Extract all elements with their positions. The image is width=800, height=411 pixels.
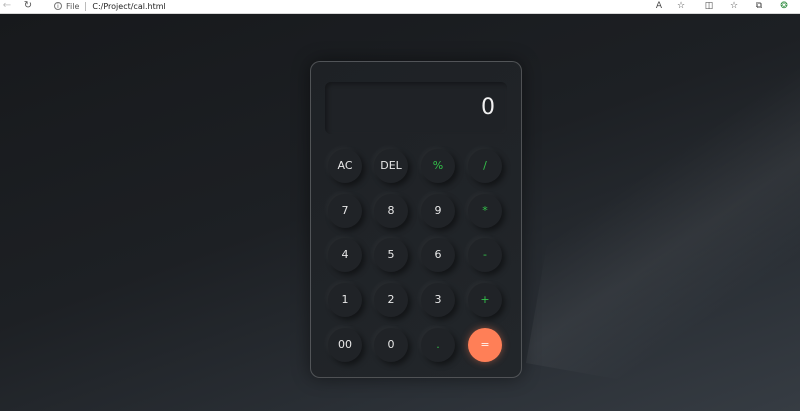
address-bar[interactable]: i File C:/Project/cal.html	[46, 0, 626, 12]
digit-1-button[interactable]: 1	[328, 283, 362, 317]
digit-3-button[interactable]: 3	[421, 283, 455, 317]
digit-6-button[interactable]: 6	[421, 238, 455, 272]
background-glare	[525, 14, 800, 411]
digit-8-button[interactable]: 8	[374, 194, 408, 228]
calculator-display: 0	[325, 82, 507, 134]
address-separator	[85, 1, 87, 11]
read-aloud-icon[interactable]: A	[652, 0, 666, 12]
delete-button[interactable]: DEL	[374, 149, 408, 183]
favorite-star-icon[interactable]: ☆	[674, 0, 688, 12]
all-clear-button[interactable]: AC	[328, 149, 362, 183]
collections-icon[interactable]: ⧉	[752, 0, 766, 12]
reload-icon[interactable]: ↻	[22, 0, 34, 12]
browser-toolbar: ← ↻ i File C:/Project/cal.html A ☆ ◫ ☆ ⧉…	[0, 0, 800, 14]
favorites-bar-icon[interactable]: ☆	[727, 0, 741, 12]
percent-button[interactable]: %	[421, 149, 455, 183]
multiply-button[interactable]: *	[468, 194, 502, 228]
divide-button[interactable]: /	[468, 149, 502, 183]
extension-icon[interactable]: ❂	[777, 0, 791, 12]
info-icon[interactable]: i	[54, 2, 62, 10]
subtract-button[interactable]: -	[468, 238, 502, 272]
decimal-button[interactable]: .	[421, 328, 455, 362]
equals-button[interactable]: =	[468, 328, 502, 362]
scheme-label: File	[66, 1, 80, 11]
digit-5-button[interactable]: 5	[374, 238, 408, 272]
digit-0-button[interactable]: 0	[374, 328, 408, 362]
back-arrow-icon[interactable]: ←	[2, 0, 12, 12]
digit-2-button[interactable]: 2	[374, 283, 408, 317]
digit-9-button[interactable]: 9	[421, 194, 455, 228]
digit-4-button[interactable]: 4	[328, 238, 362, 272]
digit-7-button[interactable]: 7	[328, 194, 362, 228]
double-zero-button[interactable]: 00	[328, 328, 362, 362]
split-screen-icon[interactable]: ◫	[702, 0, 716, 12]
calculator: 0 AC DEL%/7 8 9 * 4 5 6-1 2 3 +00 0. =	[310, 61, 522, 378]
url-text[interactable]: C:/Project/cal.html	[92, 2, 165, 11]
add-button[interactable]: +	[468, 283, 502, 317]
